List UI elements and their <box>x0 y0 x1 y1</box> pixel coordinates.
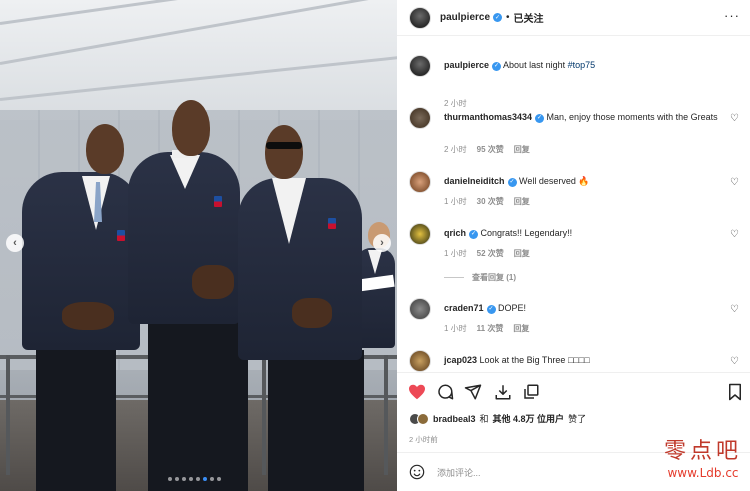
carousel-dot <box>182 477 186 481</box>
commenter-avatar[interactable] <box>409 107 431 129</box>
caption-hashtag[interactable]: #top75 <box>568 60 596 70</box>
download-button[interactable] <box>493 382 513 402</box>
heart-outline-icon[interactable]: ♡ <box>730 229 739 240</box>
copy-button[interactable] <box>521 382 541 402</box>
reply-button[interactable]: 回复 <box>514 144 530 155</box>
bookmark-icon <box>729 383 741 401</box>
carousel-dot <box>168 477 172 481</box>
verified-badge-icon: ✓ <box>469 229 479 239</box>
verified-badge-icon: ✓ <box>507 177 517 187</box>
post-photo[interactable]: ‹ › <box>0 0 397 491</box>
commenter-avatar[interactable] <box>409 350 431 372</box>
carousel-dot <box>175 477 179 481</box>
commenter-avatar[interactable] <box>409 298 431 320</box>
comment-username[interactable]: jcap023 <box>444 355 477 365</box>
add-comment-bar: 添加评论... <box>397 452 750 491</box>
heart-outline-icon[interactable]: ♡ <box>730 113 739 124</box>
comment-likes[interactable]: 52 次赞 <box>477 248 504 259</box>
heart-outline-icon[interactable]: ♡ <box>730 177 739 188</box>
likes-liked: 赞了 <box>568 414 587 424</box>
comment-time: 2 小时 <box>444 145 467 154</box>
follow-button[interactable]: 已关注 <box>514 10 544 25</box>
comment-icon <box>438 384 454 400</box>
post-sidebar: paulpierce ✓ • 已关注 ··· paulpierce ✓ About… <box>397 0 750 491</box>
commenter-avatar[interactable] <box>409 171 431 193</box>
verified-badge-icon: ✓ <box>492 61 502 71</box>
liker-avatar[interactable] <box>417 412 429 425</box>
comment-username[interactable]: craden71 <box>444 303 484 313</box>
carousel-prev-button[interactable]: ‹ <box>6 234 24 252</box>
comment-input[interactable]: 添加评论... <box>437 466 481 479</box>
comment-text: Congrats!! Legendary!! <box>480 228 573 238</box>
likes-others[interactable]: 其他 4.8万 位用户 <box>493 412 565 425</box>
author-username[interactable]: paulpierce <box>440 12 490 23</box>
likes-summary: bradbeal3 和 其他 4.8万 位用户 赞了 <box>409 412 586 425</box>
rail-post <box>262 355 266 475</box>
author-avatar[interactable] <box>409 55 431 77</box>
comment-username[interactable]: thurmanthomas3434 <box>444 112 532 122</box>
heart-outline-icon[interactable]: ♡ <box>730 356 739 367</box>
comment-text: Well deserved 🔥 <box>519 176 590 186</box>
save-button[interactable] <box>725 382 745 402</box>
rail-post <box>384 355 388 475</box>
chevron-left-icon: ‹ <box>13 237 17 249</box>
comment-text: DOPE! <box>498 303 527 313</box>
comment-text: Look at the Big Three □□□□ <box>479 355 590 365</box>
comment-time: 1 小时 <box>444 249 467 258</box>
view-replies-label: 查看回复 (1) <box>472 273 516 282</box>
carousel-dot <box>189 477 193 481</box>
reply-button[interactable]: 回复 <box>514 196 530 207</box>
caption-text: About last night <box>503 60 566 70</box>
author-avatar[interactable] <box>409 6 431 29</box>
caption-time: 2 小时 <box>444 99 467 108</box>
more-options-icon[interactable]: ··· <box>724 9 740 22</box>
post-timestamp: 2 小时前 <box>409 435 438 444</box>
like-button[interactable] <box>407 382 427 402</box>
post-caption: paulpierce ✓ About last night #top75 2 小时 <box>409 55 739 108</box>
replies-divider <box>444 277 464 278</box>
carousel-dot <box>210 477 214 481</box>
carousel-dot <box>196 477 200 481</box>
paper-plane-icon <box>464 384 482 400</box>
header-separator: • <box>506 12 510 23</box>
comments-list[interactable]: paulpierce ✓ About last night #top75 2 小时… <box>397 37 750 372</box>
likes-and: 和 <box>479 414 489 424</box>
heart-outline-icon[interactable]: ♡ <box>730 304 739 315</box>
post-actions-bar <box>397 372 750 408</box>
carousel-dot <box>203 477 207 481</box>
comment-username[interactable]: qrich <box>444 228 466 238</box>
comment-button[interactable] <box>435 382 455 402</box>
heart-filled-icon <box>409 384 425 400</box>
comment-time: 1 小时 <box>444 197 467 206</box>
comment-text: Man, enjoy those moments with the Greats <box>546 112 718 122</box>
carousel-indicator <box>168 477 221 481</box>
copy-icon <box>524 384 539 399</box>
reply-button[interactable]: 回复 <box>514 248 530 259</box>
liker-username[interactable]: bradbeal3 <box>433 414 476 424</box>
comment-username[interactable]: danielneiditch <box>444 176 505 186</box>
verified-badge-icon: ✓ <box>535 113 545 123</box>
view-replies-button[interactable]: 查看回复 (1) <box>444 272 516 283</box>
carousel-dot <box>217 477 221 481</box>
download-icon <box>495 385 511 400</box>
commenter-avatar[interactable] <box>409 223 431 245</box>
comment-time: 1 小时 <box>444 324 467 333</box>
share-button[interactable] <box>463 382 483 402</box>
emoji-icon[interactable] <box>409 464 425 480</box>
rail-post <box>6 355 10 475</box>
comment-likes[interactable]: 11 次赞 <box>477 323 504 334</box>
caption-username[interactable]: paulpierce <box>444 60 489 70</box>
reply-button[interactable]: 回复 <box>513 323 529 334</box>
verified-badge-icon: ✓ <box>486 304 496 314</box>
verified-badge-icon: ✓ <box>493 13 503 22</box>
comment-likes[interactable]: 95 次赞 <box>477 144 504 155</box>
carousel-next-button[interactable]: › <box>373 234 391 252</box>
comment-likes[interactable]: 30 次赞 <box>477 196 504 207</box>
chevron-right-icon: › <box>380 237 384 249</box>
post-header: paulpierce ✓ • 已关注 ··· <box>397 0 750 36</box>
